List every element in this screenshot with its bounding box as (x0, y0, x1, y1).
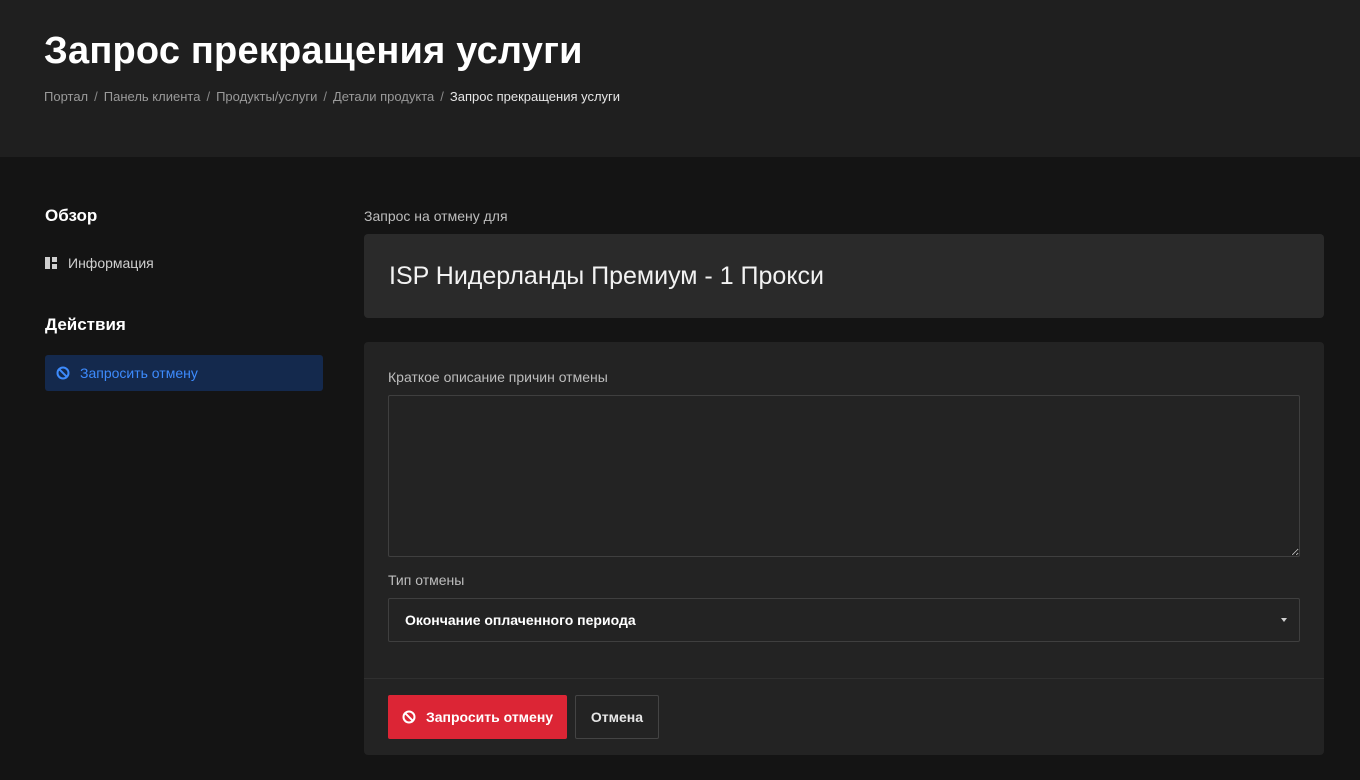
cancel-type-select[interactable]: Окончание оплаченного периода (388, 598, 1300, 642)
product-name: ISP Нидерланды Премиум - 1 Прокси (389, 261, 825, 290)
sidebar-item-information[interactable]: Информация (45, 251, 323, 275)
breadcrumb: Портал / Панель клиента / Продукты/услуг… (44, 89, 620, 104)
breadcrumb-separator: / (323, 89, 327, 104)
cancel-for-label: Запрос на отмену для (364, 208, 508, 224)
sidebar-heading-overview: Обзор (45, 206, 98, 225)
reason-label: Краткое описание причин отмены (388, 369, 608, 385)
sidebar-item-request-cancel[interactable]: Запросить отмену (45, 355, 323, 391)
product-card: ISP Нидерланды Премиум - 1 Прокси (364, 234, 1324, 318)
reason-textarea[interactable] (388, 395, 1300, 557)
ban-icon (402, 710, 416, 724)
page-header: Запрос прекращения услуги Портал / Панел… (0, 0, 1360, 157)
breadcrumb-separator: / (94, 89, 98, 104)
breadcrumb-client-panel[interactable]: Панель клиента (104, 89, 201, 104)
cancel-button[interactable]: Отмена (575, 695, 659, 739)
breadcrumb-current: Запрос прекращения услуги (449, 89, 621, 104)
request-cancel-button[interactable]: Запросить отмену (388, 695, 567, 739)
ban-icon (56, 366, 70, 380)
cancel-type-value: Окончание оплаченного периода (405, 612, 636, 628)
breadcrumb-products[interactable]: Продукты/услуги (216, 89, 317, 104)
dashboard-icon (45, 257, 57, 269)
caret-down-icon (1281, 618, 1287, 622)
request-cancel-button-label: Запросить отмену (425, 709, 554, 725)
sidebar-item-label: Информация (68, 255, 154, 271)
cancel-type-label: Тип отмены (388, 572, 465, 588)
breadcrumb-product-details[interactable]: Детали продукта (333, 89, 434, 104)
breadcrumb-separator: / (206, 89, 211, 104)
form-divider (364, 678, 1324, 679)
sidebar-heading-actions: Действия (45, 315, 126, 334)
page-title: Запрос прекращения услуги (44, 30, 583, 72)
cancellation-form: Краткое описание причин отмены Тип отмен… (364, 342, 1324, 755)
breadcrumb-separator: / (440, 89, 444, 104)
breadcrumb-portal[interactable]: Портал (44, 89, 88, 104)
sidebar-item-label: Запросить отмену (80, 365, 198, 381)
